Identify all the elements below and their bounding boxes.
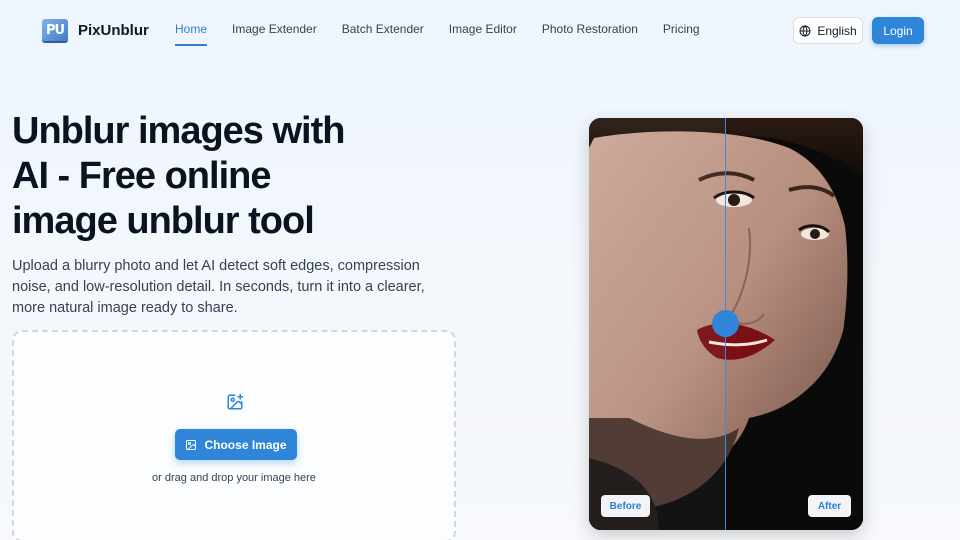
main-nav: Home Image Extender Batch Extender Image… [175, 22, 725, 46]
login-button[interactable]: Login [872, 17, 924, 44]
before-label: Before [601, 495, 650, 517]
hero-subtitle: Upload a blurry photo and let AI detect … [12, 258, 425, 316]
language-selector[interactable]: English [793, 17, 863, 44]
language-label: English [817, 23, 857, 38]
image-plus-icon [227, 393, 244, 410]
choose-image-label: Choose Image [204, 437, 287, 452]
after-label: After [808, 495, 851, 517]
globe-icon [799, 24, 811, 37]
logo[interactable]: PU PixUnblur [42, 19, 149, 41]
nav-image-extender[interactable]: Image Extender [232, 22, 317, 36]
upload-dropzone[interactable]: Choose Image or drag and drop your image… [12, 330, 456, 540]
site-header: PU PixUnblur Home Image Extender Batch E… [0, 0, 960, 62]
nav-image-editor[interactable]: Image Editor [449, 22, 517, 36]
nav-pricing[interactable]: Pricing [663, 22, 700, 36]
choose-image-button[interactable]: Choose Image [175, 429, 297, 460]
nav-home[interactable]: Home [175, 22, 208, 46]
logo-name: PixUnblur [78, 21, 149, 39]
logo-mark: PU [42, 19, 68, 41]
image-icon [186, 439, 197, 450]
compare-slider-handle[interactable] [712, 310, 739, 337]
drag-drop-hint: or drag and drop your image here [152, 472, 316, 484]
hero-title-line-1: Unblur images with [12, 110, 345, 152]
before-after-comparison[interactable]: Before After [589, 118, 863, 530]
hero-title-line-3: image unblur tool [12, 200, 315, 242]
nav-photo-restoration[interactable]: Photo Restoration [542, 22, 638, 36]
hero-title-line-2: AI - Free online [12, 155, 271, 197]
hero-title: Unblur images with AI - Free online imag… [12, 109, 372, 244]
nav-batch-extender[interactable]: Batch Extender [342, 22, 424, 36]
